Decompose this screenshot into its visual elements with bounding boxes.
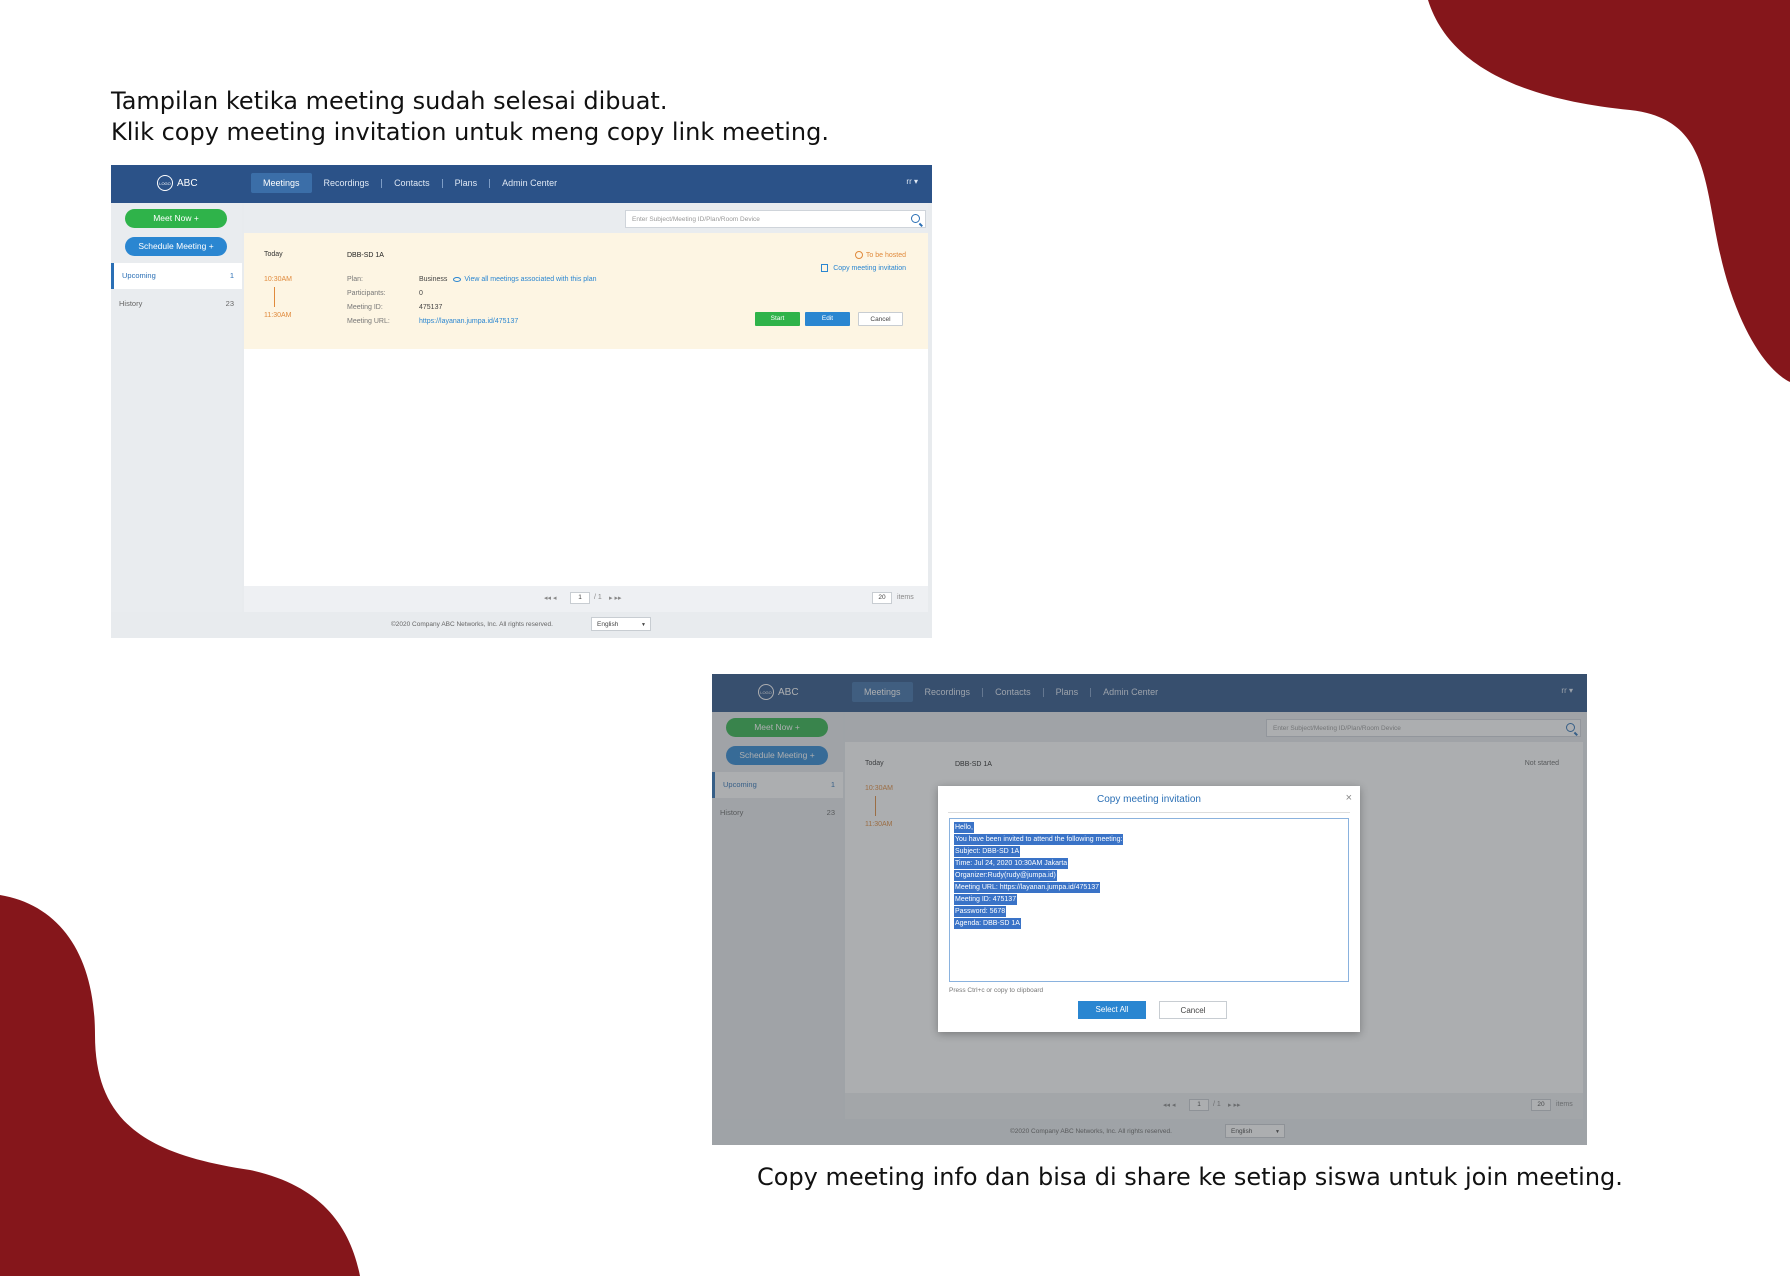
nav-tabs: Meetings Recordings Contacts Plans Admin… (251, 173, 569, 193)
screenshot-copy-invitation: LOGO ABC Meetings Recordings Contacts Pl… (712, 674, 1587, 1145)
invitation-line: You have been invited to attend the foll… (954, 834, 1124, 845)
participants-label: Participants: (347, 290, 386, 297)
pager-current[interactable]: 1 (570, 592, 590, 604)
plan-value: Business (419, 276, 448, 283)
sidebar: Meet Now + Schedule Meeting + Upcoming 1… (111, 203, 242, 612)
select-all-button[interactable]: Select All (1078, 1001, 1146, 1019)
toolbar: Enter Subject/Meeting ID/Plan/Room Devic… (244, 203, 928, 233)
sidebar-item-upcoming[interactable]: Upcoming 1 (111, 263, 242, 289)
tab-meetings[interactable]: Meetings (251, 173, 312, 193)
main-panel: Enter Subject/Meeting ID/Plan/Room Devic… (244, 203, 928, 612)
caption-top: Tampilan ketika meeting sudah selesai di… (111, 86, 829, 148)
view-plan-meetings-label: View all meetings associated with this p… (464, 276, 597, 283)
tab-plans[interactable]: Plans (443, 173, 490, 193)
page-size-value: 20 (872, 592, 892, 604)
meeting-url-label: Meeting URL: (347, 318, 390, 325)
search-input[interactable]: Enter Subject/Meeting ID/Plan/Room Devic… (625, 210, 926, 228)
invitation-textarea[interactable]: Hello, You have been invited to attend t… (949, 818, 1349, 982)
edit-button[interactable]: Edit (805, 312, 850, 326)
meeting-day: Today (264, 251, 283, 258)
meeting-status-label: To be hosted (865, 251, 906, 259)
invitation-line: Organizer:Rudy(rudy@jumpa.id) (954, 870, 1057, 881)
view-plan-meetings-link[interactable]: View all meetings associated with this p… (453, 276, 597, 283)
close-icon[interactable]: × (1346, 792, 1352, 804)
meeting-end-time: 11:30AM (264, 312, 292, 319)
start-button[interactable]: Start (755, 312, 800, 326)
meeting-card[interactable]: Today DBB-SD 1A 10:30AM 11:30AM Plan: Bu… (244, 233, 928, 349)
user-menu[interactable]: rr ▾ (906, 177, 918, 186)
footer: ©2020 Company ABC Networks, Inc. All rig… (111, 612, 932, 638)
participants-value: 0 (419, 290, 423, 297)
copy-invitation-label: Copy meeting invitation (833, 264, 906, 272)
plan-value-row: Business View all meetings associated wi… (419, 276, 597, 283)
schedule-meeting-button[interactable]: Schedule Meeting + (125, 237, 227, 256)
decor-top-right-blob (1428, 0, 1790, 382)
pagination: ◂◂ ◂ 1 / 1 ▸ ▸▸ 20 items (244, 586, 928, 612)
items-label: items (897, 594, 914, 601)
meeting-start-time: 10:30AM (264, 276, 293, 283)
copyright-text: ©2020 Company ABC Networks, Inc. All rig… (391, 621, 553, 628)
page-number-input[interactable]: 1 (570, 592, 590, 604)
invitation-line: Agenda: DBB-SD 1A (954, 918, 1021, 929)
search-icon[interactable] (911, 214, 920, 223)
clock-icon (854, 251, 863, 259)
caption-bottom: Copy meeting info dan bisa di share ke s… (757, 1163, 1623, 1191)
app-logo[interactable]: LOGO ABC (157, 175, 198, 191)
chevron-down-icon: ▼ (641, 622, 646, 628)
tab-recordings[interactable]: Recordings (312, 173, 382, 193)
caption-top-line-1: Tampilan ketika meeting sudah selesai di… (111, 87, 668, 115)
meeting-status: To be hosted (854, 251, 906, 259)
sidebar-item-count: 23 (225, 299, 234, 308)
logo-icon: LOGO (157, 175, 173, 191)
copy-hint: Press Ctrl+c or copy to clipboard (949, 987, 1044, 994)
meeting-id-value: 475137 (419, 304, 443, 311)
page-size-select[interactable]: 20 (872, 592, 892, 604)
dialog-divider (948, 812, 1350, 813)
language-select[interactable]: English ▼ (591, 617, 651, 631)
sidebar-item-count: 1 (229, 271, 234, 280)
eye-icon (453, 276, 462, 282)
copy-icon (821, 264, 829, 272)
tab-admin-center[interactable]: Admin Center (490, 173, 569, 193)
sidebar-item-label: History (119, 299, 143, 308)
invitation-line: Meeting URL: https://layanan.jumpa.id/47… (954, 882, 1100, 893)
cancel-button[interactable]: Cancel (858, 312, 903, 326)
dialog-title: Copy meeting invitation (1097, 794, 1201, 805)
pager-next-controls[interactable]: ▸ ▸▸ (609, 594, 622, 602)
top-nav: LOGO ABC Meetings Recordings Contacts Pl… (111, 165, 932, 203)
invitation-line: Password: 5678 (954, 906, 1007, 917)
invitation-line: Time: Jul 24, 2020 10:30AM Jakarta (954, 858, 1069, 869)
sidebar-item-label: Upcoming (122, 271, 156, 280)
logo-text: ABC (177, 177, 198, 189)
tab-contacts[interactable]: Contacts (382, 173, 442, 193)
invitation-line: Meeting ID: 475137 (954, 894, 1018, 905)
decor-bottom-left-blob (0, 895, 360, 1276)
invitation-line: Subject: DBB-SD 1A (954, 846, 1021, 857)
meeting-id-label: Meeting ID: (347, 304, 383, 311)
copy-invitation-dialog: Copy meeting invitation × Hello, You hav… (938, 786, 1360, 1032)
caption-top-line-2: Klik copy meeting invitation untuk meng … (111, 118, 829, 146)
dialog-cancel-button[interactable]: Cancel (1159, 1001, 1227, 1019)
invitation-line: Hello, (954, 822, 974, 833)
pager-total: / 1 (594, 594, 602, 601)
meeting-url-link[interactable]: https://layanan.jumpa.id/475137 (419, 318, 518, 325)
sidebar-item-history[interactable]: History 23 (111, 291, 242, 317)
screenshot-meeting-list: LOGO ABC Meetings Recordings Contacts Pl… (111, 165, 932, 638)
meet-now-button[interactable]: Meet Now + (125, 209, 227, 228)
plan-label: Plan: (347, 276, 363, 283)
time-range-line (274, 287, 275, 307)
pager-prev-controls[interactable]: ◂◂ ◂ (544, 594, 557, 602)
search-placeholder: Enter Subject/Meeting ID/Plan/Room Devic… (632, 216, 760, 223)
language-value: English (597, 621, 619, 628)
copy-invitation-link[interactable]: Copy meeting invitation (821, 264, 906, 272)
meeting-title: DBB-SD 1A (347, 252, 384, 259)
